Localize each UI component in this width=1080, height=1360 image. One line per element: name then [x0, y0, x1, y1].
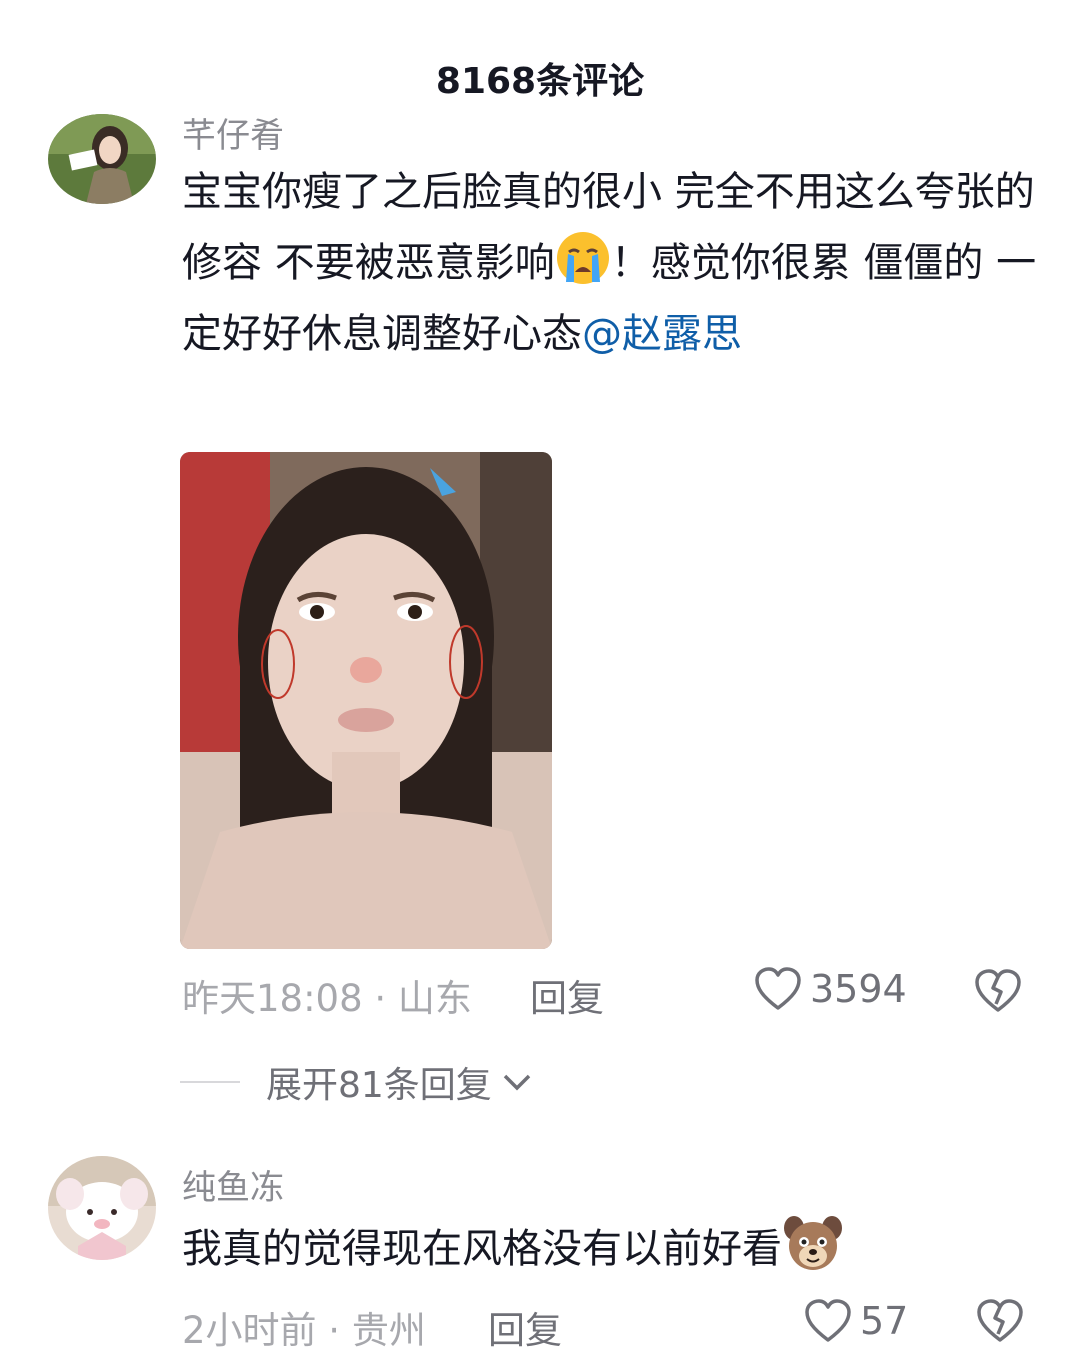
avatar[interactable] — [48, 114, 156, 204]
comment-text: 宝宝你瘦了之后脸真的很小 完全不用这么夸张的修容 不要被恶意影响 ！感觉你很累 … — [182, 157, 1042, 370]
heart-icon — [755, 967, 801, 1010]
crying-face-icon — [555, 230, 611, 286]
chevron-down-icon — [503, 1074, 531, 1091]
expand-replies-label: 展开81条回复 — [266, 1065, 492, 1106]
heart-icon — [805, 1299, 851, 1342]
like-count: 57 — [860, 1299, 909, 1343]
username[interactable]: 纯鱼冻 — [182, 1160, 284, 1209]
dog-face-icon — [782, 1214, 844, 1274]
comment-text: 我真的觉得现在风格没有以前好看 — [182, 1214, 1042, 1285]
reply-button[interactable]: 回复 — [530, 968, 604, 1022]
reply-button[interactable]: 回复 — [488, 1300, 562, 1354]
comment-time-location: 昨天18:08 · 山东 — [182, 977, 472, 1020]
broken-heart-icon — [975, 969, 1021, 1012]
dislike-button[interactable] — [976, 1298, 1024, 1348]
like-button[interactable]: 57 — [804, 1298, 908, 1344]
username[interactable]: 芊仔肴 — [182, 108, 284, 157]
like-button[interactable]: 3594 — [754, 966, 907, 1012]
like-count: 3594 — [810, 967, 907, 1011]
mention-link[interactable]: @赵露思 — [582, 311, 742, 357]
comment-image[interactable] — [180, 452, 552, 949]
comment-time-location: 2小时前 · 贵州 — [182, 1309, 426, 1352]
expand-replies-button[interactable]: 展开81条回复 — [180, 1056, 534, 1108]
comments-count-title: 8168条评论 — [435, 61, 645, 102]
divider-line — [180, 1081, 240, 1083]
avatar[interactable] — [48, 1156, 156, 1260]
comment-text-part: 我真的觉得现在风格没有以前好看 — [182, 1226, 782, 1272]
dislike-button[interactable] — [974, 968, 1022, 1018]
broken-heart-icon — [977, 1299, 1023, 1342]
